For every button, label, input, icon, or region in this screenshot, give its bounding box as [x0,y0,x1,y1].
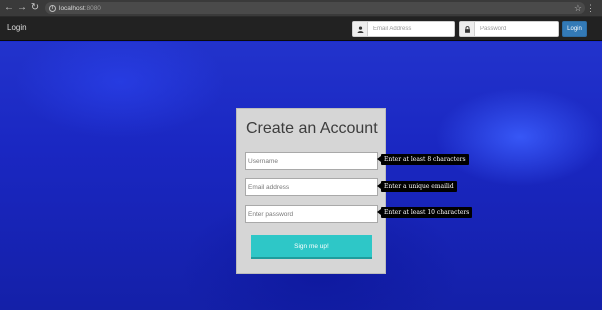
password-field[interactable] [245,205,378,223]
url-host: localhost [59,4,85,12]
navbar-password-input[interactable] [475,22,558,36]
signup-card: Create an Account Sign me up! [236,108,386,274]
more-vert-icon[interactable]: ⋮ [586,2,595,14]
password-input-group [459,21,559,37]
browser-toolbar: ← → ↻ i localhost:8080 ☆ ⋮ [0,0,602,17]
url-port: :8080 [84,4,101,12]
address-bar[interactable]: i localhost:8080 [45,2,585,14]
reload-icon[interactable]: ↻ [29,1,41,15]
arrow-right-icon[interactable]: → [16,1,28,15]
navbar-brand[interactable]: Login [7,23,27,32]
signup-button[interactable]: Sign me up! [251,235,372,259]
url-text: localhost:8080 [59,5,101,12]
info-icon[interactable]: i [49,4,56,12]
top-navbar: Login Login [0,17,602,41]
email-input-group [352,21,455,37]
password-tooltip: Enter at least 10 characters [376,207,473,218]
page-title: Create an Account [246,120,378,137]
email-field[interactable] [245,178,378,196]
arrow-left-icon[interactable]: ← [3,1,15,15]
email-tooltip: Enter a unique emailid [377,181,457,192]
user-icon [353,22,368,36]
username-tooltip: Enter at least 8 characters [377,154,469,165]
login-button[interactable]: Login [562,21,587,37]
navbar-email-input[interactable] [368,22,454,36]
username-field[interactable] [245,152,378,170]
star-icon[interactable]: ☆ [574,2,582,14]
lock-icon [460,22,475,36]
